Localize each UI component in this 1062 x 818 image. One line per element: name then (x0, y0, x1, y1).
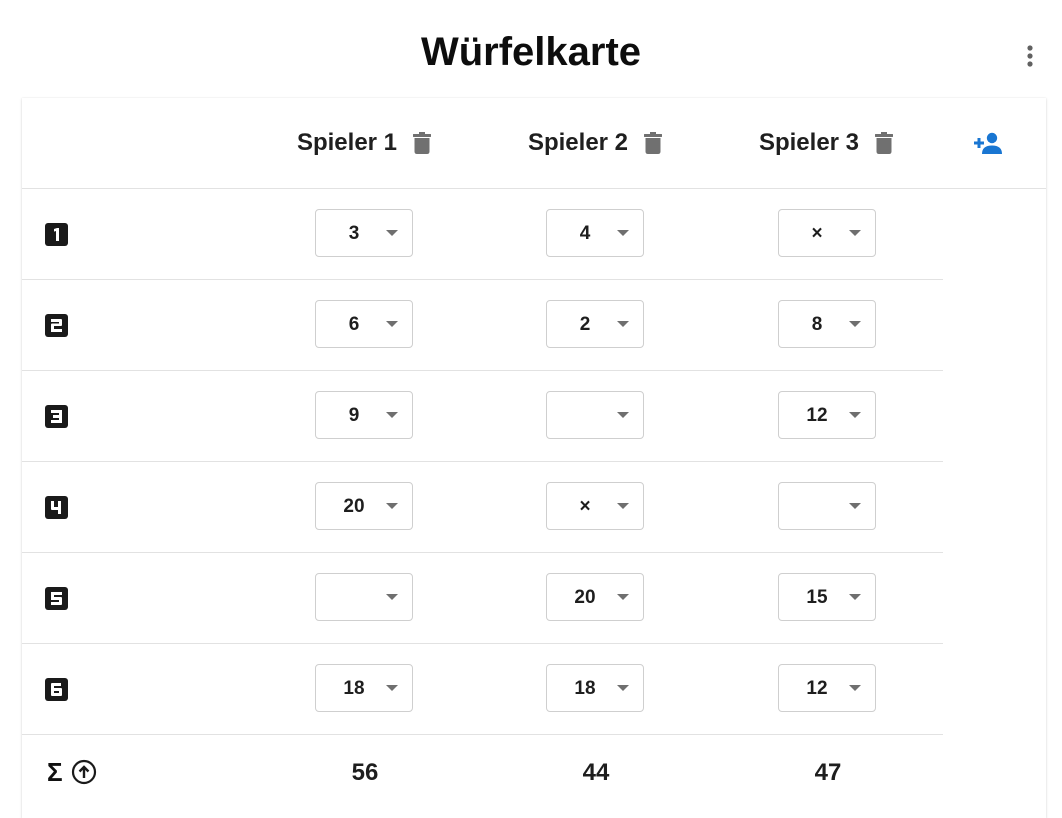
score-row-5: 20 15 (22, 553, 943, 644)
selected-value: 20 (574, 587, 596, 608)
chevron-down-icon (849, 685, 861, 691)
selected-value: × (811, 223, 823, 244)
selected-value: 2 (579, 314, 591, 335)
chevron-down-icon (617, 503, 629, 509)
chevron-down-icon (386, 685, 398, 691)
chevron-down-icon (849, 594, 861, 600)
chevron-down-icon (386, 503, 398, 509)
score-select-p1-r5[interactable] (315, 573, 413, 621)
chevron-down-icon (617, 685, 629, 691)
chevron-down-icon (849, 412, 861, 418)
delete-player-2-button[interactable] (642, 130, 664, 156)
score-row-2: 6 2 8 (22, 280, 943, 371)
player-name: Spieler 3 (758, 129, 860, 156)
chevron-down-icon (617, 412, 629, 418)
score-select-p1-r3[interactable]: 9 (315, 391, 413, 439)
player-name: Spieler 2 (527, 129, 629, 156)
score-select-p3-r5[interactable]: 15 (778, 573, 876, 621)
chevron-down-icon (386, 230, 398, 236)
selected-value (316, 574, 392, 622)
selected-value: 6 (348, 314, 360, 335)
dice-one-icon (45, 223, 68, 246)
score-select-p2-r1[interactable]: 4 (546, 209, 644, 257)
selected-value: 4 (579, 223, 591, 244)
player-header-2: Spieler 2 (496, 126, 696, 160)
score-select-p3-r3[interactable]: 12 (778, 391, 876, 439)
selected-value: 20 (343, 496, 365, 517)
trash-icon (875, 132, 894, 154)
totals-row: Σ 56 44 47 (22, 735, 943, 815)
score-card: Spieler 1 Spieler 2 Spieler 3 3 4 × 6 2 … (22, 98, 1046, 818)
dice-four-icon (45, 496, 68, 519)
score-select-p1-r1[interactable]: 3 (315, 209, 413, 257)
total-player-3: 47 (814, 759, 842, 786)
chevron-down-icon (386, 594, 398, 600)
chevron-down-icon (849, 321, 861, 327)
selected-value: 18 (343, 678, 365, 699)
selected-value: × (579, 496, 591, 517)
selected-value (779, 483, 855, 531)
selected-value: 8 (811, 314, 823, 335)
trash-icon (644, 132, 663, 154)
score-select-p2-r6[interactable]: 18 (546, 664, 644, 712)
chevron-down-icon (617, 594, 629, 600)
player-header-1: Spieler 1 (265, 126, 465, 160)
total-player-2: 44 (582, 759, 610, 786)
score-select-p3-r1[interactable]: × (778, 209, 876, 257)
score-row-3: 9 12 (22, 371, 943, 462)
score-select-p2-r5[interactable]: 20 (546, 573, 644, 621)
score-select-p1-r6[interactable]: 18 (315, 664, 413, 712)
player-name: Spieler 1 (296, 129, 398, 156)
selected-value: 18 (574, 678, 596, 699)
selected-value: 3 (348, 223, 360, 244)
chevron-down-icon (617, 230, 629, 236)
score-select-p3-r6[interactable]: 12 (778, 664, 876, 712)
chevron-down-icon (386, 412, 398, 418)
dice-three-icon (45, 405, 68, 428)
dice-two-icon (45, 314, 68, 337)
score-select-p3-r4[interactable] (778, 482, 876, 530)
score-row-4: 20 × (22, 462, 943, 553)
score-select-p1-r4[interactable]: 20 (315, 482, 413, 530)
selected-value: 12 (806, 405, 828, 426)
score-select-p2-r3[interactable] (546, 391, 644, 439)
selected-value: 12 (806, 678, 828, 699)
chevron-down-icon (849, 230, 861, 236)
chevron-down-icon (386, 321, 398, 327)
selected-value: 15 (806, 587, 828, 608)
more-menu-button[interactable] (1018, 42, 1042, 70)
dice-six-icon (45, 678, 68, 701)
arrow-up-circle-icon[interactable] (71, 759, 97, 785)
add-player-button[interactable] (972, 128, 1004, 158)
person-add-icon (974, 132, 1002, 154)
score-select-p2-r4[interactable]: × (546, 482, 644, 530)
trash-icon (413, 132, 432, 154)
score-select-p3-r2[interactable]: 8 (778, 300, 876, 348)
total-player-1: 56 (351, 759, 379, 786)
selected-value (547, 392, 623, 440)
dice-five-icon (45, 587, 68, 610)
more-vert-icon (1027, 45, 1033, 67)
chevron-down-icon (849, 503, 861, 509)
player-header-3: Spieler 3 (727, 126, 927, 160)
selected-value: 9 (348, 405, 360, 426)
score-select-p2-r2[interactable]: 2 (546, 300, 644, 348)
app-title: Würfelkarte (420, 30, 642, 74)
chevron-down-icon (617, 321, 629, 327)
totals-label: Σ (47, 759, 97, 785)
player-header-row: Spieler 1 Spieler 2 Spieler 3 (22, 98, 1046, 189)
score-select-p1-r2[interactable]: 6 (315, 300, 413, 348)
delete-player-3-button[interactable] (873, 130, 895, 156)
score-row-6: 18 18 12 (22, 644, 943, 735)
delete-player-1-button[interactable] (411, 130, 433, 156)
score-row-1: 3 4 × (22, 189, 943, 280)
sigma-symbol: Σ (47, 757, 63, 787)
